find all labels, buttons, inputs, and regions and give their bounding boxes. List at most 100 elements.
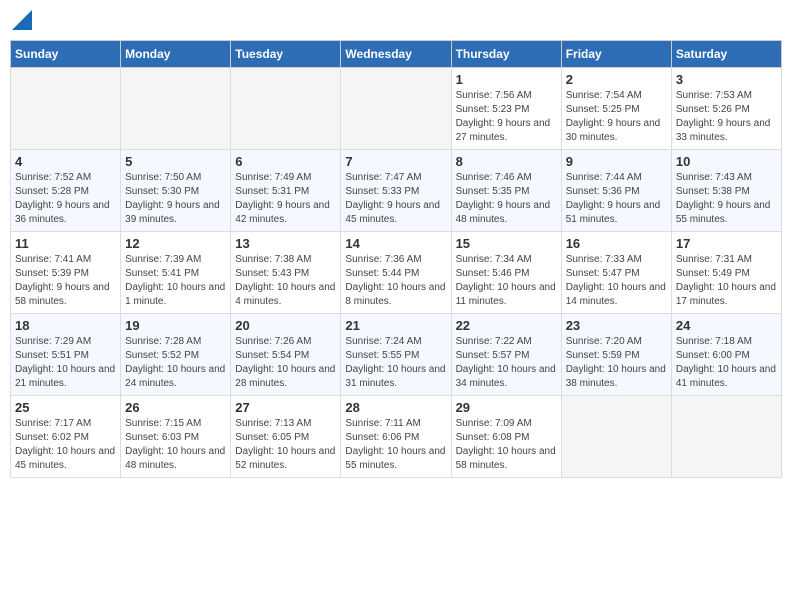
day-info: Sunrise: 7:52 AMSunset: 5:28 PMDaylight:… — [15, 171, 116, 227]
calendar-cell — [11, 68, 121, 150]
day-number: 28 — [345, 400, 446, 415]
calendar-week-row: 25 Sunrise: 7:17 AMSunset: 6:02 PMDayligh… — [11, 396, 782, 478]
day-info: Sunrise: 7:46 AMSunset: 5:35 PMDaylight:… — [456, 171, 557, 227]
day-number: 27 — [235, 400, 336, 415]
day-number: 11 — [15, 236, 116, 251]
calendar-cell: 15 Sunrise: 7:34 AMSunset: 5:46 PMDayligh… — [451, 232, 561, 314]
day-info: Sunrise: 7:26 AMSunset: 5:54 PMDaylight:… — [235, 335, 336, 391]
day-info: Sunrise: 7:47 AMSunset: 5:33 PMDaylight:… — [345, 171, 446, 227]
calendar-cell: 2 Sunrise: 7:54 AMSunset: 5:25 PMDaylight… — [561, 68, 671, 150]
day-number: 12 — [125, 236, 226, 251]
calendar-cell: 26 Sunrise: 7:15 AMSunset: 6:03 PMDayligh… — [121, 396, 231, 478]
day-number: 20 — [235, 318, 336, 333]
calendar-cell: 18 Sunrise: 7:29 AMSunset: 5:51 PMDayligh… — [11, 314, 121, 396]
day-info: Sunrise: 7:18 AMSunset: 6:00 PMDaylight:… — [676, 335, 777, 391]
calendar-cell: 4 Sunrise: 7:52 AMSunset: 5:28 PMDaylight… — [11, 150, 121, 232]
day-info: Sunrise: 7:17 AMSunset: 6:02 PMDaylight:… — [15, 417, 116, 473]
day-number: 18 — [15, 318, 116, 333]
logo-icon — [12, 10, 32, 30]
day-info: Sunrise: 7:56 AMSunset: 5:23 PMDaylight:… — [456, 89, 557, 145]
day-number: 21 — [345, 318, 446, 333]
day-info: Sunrise: 7:54 AMSunset: 5:25 PMDaylight:… — [566, 89, 667, 145]
day-number: 19 — [125, 318, 226, 333]
calendar-cell — [561, 396, 671, 478]
calendar-cell: 25 Sunrise: 7:17 AMSunset: 6:02 PMDayligh… — [11, 396, 121, 478]
day-info: Sunrise: 7:15 AMSunset: 6:03 PMDaylight:… — [125, 417, 226, 473]
day-number: 8 — [456, 154, 557, 169]
day-number: 2 — [566, 72, 667, 87]
day-info: Sunrise: 7:36 AMSunset: 5:44 PMDaylight:… — [345, 253, 446, 309]
day-info: Sunrise: 7:11 AMSunset: 6:06 PMDaylight:… — [345, 417, 446, 473]
calendar-header-cell: Monday — [121, 41, 231, 68]
calendar-cell — [231, 68, 341, 150]
calendar-header-cell: Thursday — [451, 41, 561, 68]
calendar-cell: 16 Sunrise: 7:33 AMSunset: 5:47 PMDayligh… — [561, 232, 671, 314]
day-info: Sunrise: 7:09 AMSunset: 6:08 PMDaylight:… — [456, 417, 557, 473]
calendar-cell: 8 Sunrise: 7:46 AMSunset: 5:35 PMDaylight… — [451, 150, 561, 232]
day-info: Sunrise: 7:34 AMSunset: 5:46 PMDaylight:… — [456, 253, 557, 309]
day-info: Sunrise: 7:53 AMSunset: 5:26 PMDaylight:… — [676, 89, 777, 145]
calendar-cell: 29Sunrise: 7:09 AMSunset: 6:08 PMDayligh… — [451, 396, 561, 478]
logo — [10, 10, 32, 30]
day-info: Sunrise: 7:44 AMSunset: 5:36 PMDaylight:… — [566, 171, 667, 227]
calendar-header-row: SundayMondayTuesdayWednesdayThursdayFrid… — [11, 41, 782, 68]
day-number: 25 — [15, 400, 116, 415]
day-number: 23 — [566, 318, 667, 333]
day-number: 4 — [15, 154, 116, 169]
day-number: 26 — [125, 400, 226, 415]
calendar-cell: 3 Sunrise: 7:53 AMSunset: 5:26 PMDaylight… — [671, 68, 781, 150]
calendar-cell: 14 Sunrise: 7:36 AMSunset: 5:44 PMDayligh… — [341, 232, 451, 314]
day-info: Sunrise: 7:39 AMSunset: 5:41 PMDaylight:… — [125, 253, 226, 309]
day-number: 10 — [676, 154, 777, 169]
day-info: Sunrise: 7:49 AMSunset: 5:31 PMDaylight:… — [235, 171, 336, 227]
day-number: 17 — [676, 236, 777, 251]
day-number: 9 — [566, 154, 667, 169]
calendar-cell — [121, 68, 231, 150]
day-number: 16 — [566, 236, 667, 251]
calendar-cell: 21Sunrise: 7:24 AMSunset: 5:55 PMDayligh… — [341, 314, 451, 396]
calendar-week-row: 11 Sunrise: 7:41 AMSunset: 5:39 PMDayligh… — [11, 232, 782, 314]
calendar-week-row: 18 Sunrise: 7:29 AMSunset: 5:51 PMDayligh… — [11, 314, 782, 396]
day-number: 6 — [235, 154, 336, 169]
day-info: Sunrise: 7:13 AMSunset: 6:05 PMDaylight:… — [235, 417, 336, 473]
calendar-header-cell: Saturday — [671, 41, 781, 68]
day-info: Sunrise: 7:38 AMSunset: 5:43 PMDaylight:… — [235, 253, 336, 309]
calendar-table: SundayMondayTuesdayWednesdayThursdayFrid… — [10, 40, 782, 478]
calendar-cell — [341, 68, 451, 150]
calendar-cell: 23Sunrise: 7:20 AMSunset: 5:59 PMDayligh… — [561, 314, 671, 396]
calendar-cell: 1 Sunrise: 7:56 AMSunset: 5:23 PMDaylight… — [451, 68, 561, 150]
calendar-cell: 17 Sunrise: 7:31 AMSunset: 5:49 PMDayligh… — [671, 232, 781, 314]
calendar-cell: 10Sunrise: 7:43 AMSunset: 5:38 PMDayligh… — [671, 150, 781, 232]
day-info: Sunrise: 7:33 AMSunset: 5:47 PMDaylight:… — [566, 253, 667, 309]
calendar-header: SundayMondayTuesdayWednesdayThursdayFrid… — [11, 41, 782, 68]
calendar-cell: 24Sunrise: 7:18 AMSunset: 6:00 PMDayligh… — [671, 314, 781, 396]
calendar-header-cell: Wednesday — [341, 41, 451, 68]
day-number: 22 — [456, 318, 557, 333]
calendar-cell: 20 Sunrise: 7:26 AMSunset: 5:54 PMDayligh… — [231, 314, 341, 396]
day-info: Sunrise: 7:50 AMSunset: 5:30 PMDaylight:… — [125, 171, 226, 227]
day-info: Sunrise: 7:28 AMSunset: 5:52 PMDaylight:… — [125, 335, 226, 391]
day-number: 14 — [345, 236, 446, 251]
calendar-body: 1 Sunrise: 7:56 AMSunset: 5:23 PMDaylight… — [11, 68, 782, 478]
calendar-cell: 27 Sunrise: 7:13 AMSunset: 6:05 PMDayligh… — [231, 396, 341, 478]
day-info: Sunrise: 7:31 AMSunset: 5:49 PMDaylight:… — [676, 253, 777, 309]
calendar-cell: 6 Sunrise: 7:49 AMSunset: 5:31 PMDaylight… — [231, 150, 341, 232]
calendar-header-cell: Friday — [561, 41, 671, 68]
calendar-cell: 11 Sunrise: 7:41 AMSunset: 5:39 PMDayligh… — [11, 232, 121, 314]
day-number: 5 — [125, 154, 226, 169]
calendar-header-cell: Tuesday — [231, 41, 341, 68]
calendar-cell: 12 Sunrise: 7:39 AMSunset: 5:41 PMDayligh… — [121, 232, 231, 314]
calendar-header-cell: Sunday — [11, 41, 121, 68]
day-number: 7 — [345, 154, 446, 169]
calendar-cell: 5 Sunrise: 7:50 AMSunset: 5:30 PMDaylight… — [121, 150, 231, 232]
calendar-cell: 19 Sunrise: 7:28 AMSunset: 5:52 PMDayligh… — [121, 314, 231, 396]
day-number: 15 — [456, 236, 557, 251]
day-info: Sunrise: 7:29 AMSunset: 5:51 PMDaylight:… — [15, 335, 116, 391]
day-info: Sunrise: 7:41 AMSunset: 5:39 PMDaylight:… — [15, 253, 116, 309]
calendar-week-row: 4 Sunrise: 7:52 AMSunset: 5:28 PMDaylight… — [11, 150, 782, 232]
calendar-cell: 22Sunrise: 7:22 AMSunset: 5:57 PMDayligh… — [451, 314, 561, 396]
page-header — [10, 10, 782, 30]
day-number: 3 — [676, 72, 777, 87]
calendar-cell — [671, 396, 781, 478]
day-number: 1 — [456, 72, 557, 87]
